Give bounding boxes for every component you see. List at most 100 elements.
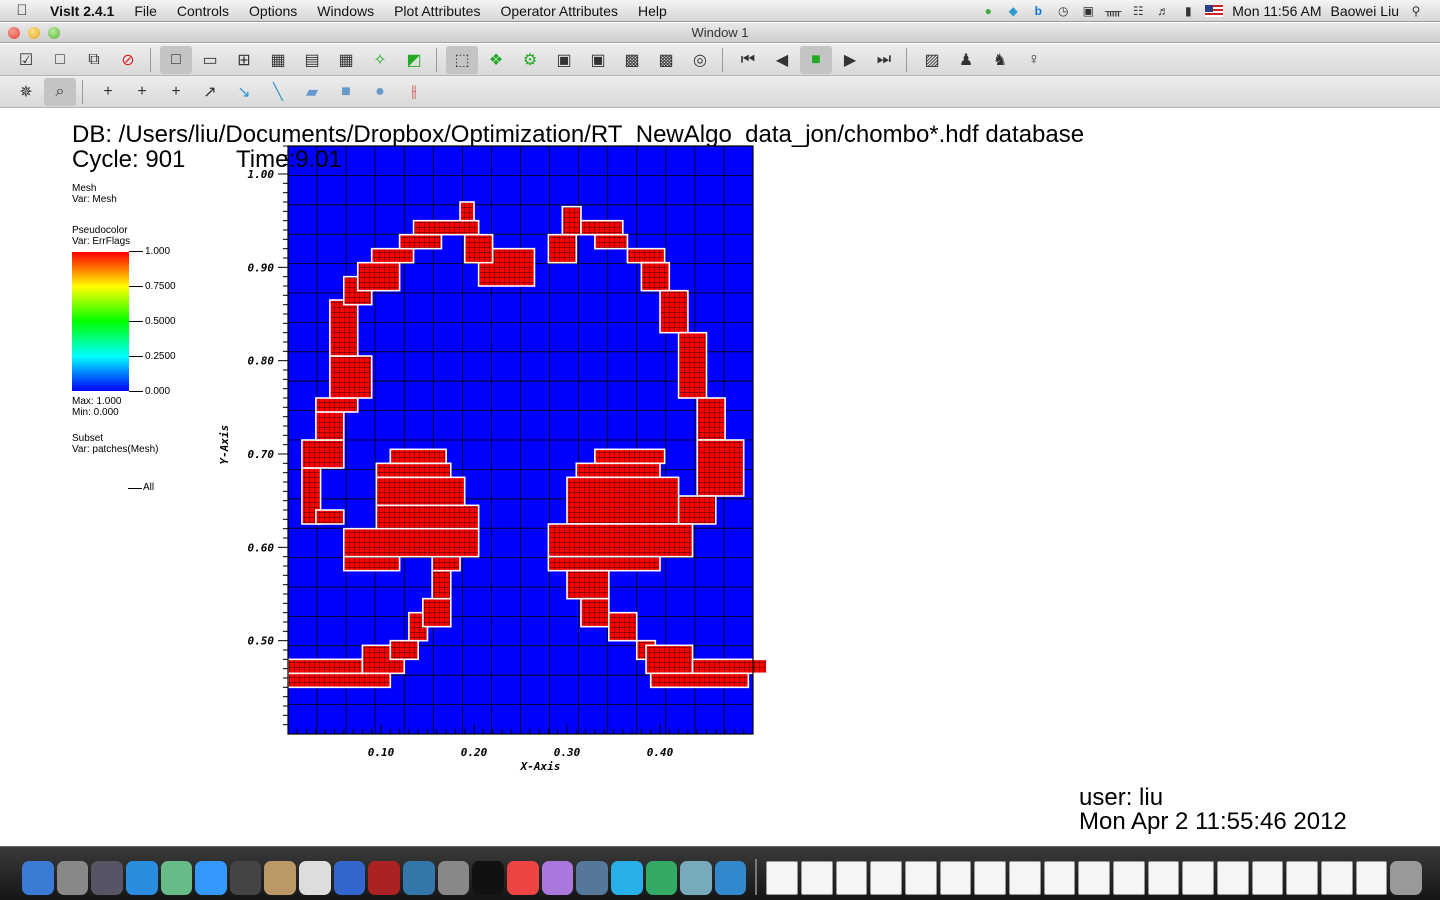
spin-mode-icon[interactable]: ♟	[950, 46, 982, 74]
dock-document-icon[interactable]	[1043, 861, 1076, 895]
engine-stop-icon[interactable]: ♀	[1018, 46, 1050, 74]
play-icon[interactable]: ▶	[834, 46, 866, 74]
spin-icon[interactable]: ▨	[916, 46, 948, 74]
xquartz-icon[interactable]	[576, 861, 608, 895]
word-icon[interactable]	[645, 861, 678, 895]
delete-window-icon[interactable]: ⊘	[112, 46, 144, 74]
point-tool-icon[interactable]: ⫲	[398, 78, 430, 106]
time-machine-icon[interactable]: ◷	[1055, 3, 1071, 19]
dock-document-icon[interactable]	[1286, 861, 1318, 895]
dock-document-icon[interactable]	[974, 861, 1007, 895]
terminal-icon[interactable]	[472, 861, 504, 895]
wifi-icon[interactable]: ☷	[1130, 3, 1146, 19]
ical-icon[interactable]	[299, 861, 331, 895]
redo-view-icon[interactable]: ▣	[582, 46, 614, 74]
spotlight-icon[interactable]: ⚲	[1408, 3, 1424, 19]
layout-1x1-icon[interactable]: □	[160, 45, 192, 74]
dock-document-icon[interactable]	[905, 861, 937, 895]
reverse-step-icon[interactable]: ◀	[766, 46, 798, 74]
safari-icon[interactable]	[195, 861, 227, 895]
dock-document-icon[interactable]	[835, 861, 868, 895]
dropbox-icon[interactable]: ◆	[1005, 3, 1021, 19]
menu-operator-attributes[interactable]: Operator Attributes	[490, 3, 628, 19]
navigate-mode-icon[interactable]: ✵	[10, 78, 42, 106]
dock-document-icon[interactable]	[870, 861, 903, 895]
menu-app-name[interactable]: VisIt 2.4.1	[44, 3, 124, 19]
sphere-icon[interactable]: ●	[364, 78, 396, 106]
skype-icon[interactable]	[610, 861, 643, 895]
menu-clock[interactable]: Mon 11:56 AM	[1232, 3, 1321, 19]
copy-window-icon[interactable]: ⧉	[78, 46, 110, 74]
menu-plot-attributes[interactable]: Plot Attributes	[384, 3, 490, 19]
toolbar-icon[interactable]: ◎	[684, 46, 716, 74]
zoom-window-icon[interactable]	[48, 27, 60, 39]
volume-icon[interactable]: ♬	[1155, 3, 1171, 19]
layout-2x2-icon[interactable]: ⊞	[228, 46, 260, 74]
dock-document-icon[interactable]	[1320, 861, 1353, 895]
lock-time-icon[interactable]: ◩	[398, 46, 430, 74]
box-icon[interactable]: ■	[330, 78, 362, 106]
reset-view-icon[interactable]: ❖	[480, 46, 512, 74]
xcode-icon[interactable]	[714, 861, 747, 895]
menu-help[interactable]: Help	[628, 3, 677, 19]
spreadsheet-pick-icon[interactable]: +	[160, 78, 192, 106]
facetime-icon[interactable]	[229, 861, 262, 895]
finder-icon[interactable]	[22, 861, 54, 895]
photo-booth-icon[interactable]	[368, 861, 401, 895]
dock-document-icon[interactable]	[1182, 861, 1214, 895]
bluetooth-icon[interactable]: ᚅ	[1105, 3, 1121, 19]
stop-icon[interactable]: ■	[800, 45, 832, 74]
visit-icon[interactable]	[680, 861, 712, 895]
binoculars-icon[interactable]: ▣	[1080, 3, 1096, 19]
us-flag-icon[interactable]	[1205, 4, 1224, 17]
layout-1x2-icon[interactable]: ▭	[194, 46, 226, 74]
undo-view-icon[interactable]: ▣	[548, 46, 580, 74]
dock-document-icon[interactable]	[1251, 861, 1284, 895]
battery-icon[interactable]: ▮	[1180, 3, 1196, 19]
preview-icon[interactable]	[160, 861, 193, 895]
zone-pick-icon[interactable]: +	[92, 78, 124, 106]
vis-window[interactable]: DB: /Users/liu/Documents/Dropbox/Optimiz…	[0, 108, 1440, 846]
close-window-icon[interactable]	[8, 27, 20, 39]
menu-user[interactable]: Baowei Liu	[1331, 3, 1400, 19]
layout-2x3-icon[interactable]: ▦	[262, 46, 294, 74]
node-pick-icon[interactable]: +	[126, 78, 158, 106]
dock-document-icon[interactable]	[1009, 861, 1041, 895]
line-icon[interactable]: ╲	[262, 78, 294, 106]
b-app-icon[interactable]: b	[1030, 3, 1046, 19]
perspective-icon[interactable]: ⬚	[446, 45, 478, 74]
dock-document-icon[interactable]	[939, 861, 972, 895]
menu-file[interactable]: File	[124, 3, 167, 19]
launchpad-icon[interactable]	[56, 861, 89, 895]
apple-menu-icon[interactable]: 	[0, 2, 44, 19]
layout-3x3-icon[interactable]: ▦	[330, 46, 362, 74]
dock-document-icon[interactable]	[801, 861, 833, 895]
first-frame-icon[interactable]: ⏮	[732, 46, 764, 74]
forward-step-icon[interactable]: ⏭	[868, 46, 900, 74]
dock-document-icon[interactable]	[1113, 861, 1145, 895]
menu-windows[interactable]: Windows	[307, 3, 384, 19]
clear-window-icon[interactable]: ☑	[10, 46, 42, 74]
misc-icon[interactable]	[541, 861, 574, 895]
menu-options[interactable]: Options	[239, 3, 307, 19]
dock-document-icon[interactable]	[1355, 861, 1388, 895]
lineout-icon[interactable]: ↗	[194, 78, 226, 106]
minimize-window-icon[interactable]	[28, 27, 40, 39]
new-window-icon[interactable]: □	[44, 46, 76, 74]
appstore-icon[interactable]	[125, 861, 158, 895]
plot-area[interactable]: 0.10 0.20 0.30 0.400.500.600.700.800.901.00…	[200, 138, 780, 778]
activity-icon[interactable]	[91, 861, 123, 895]
plane-icon[interactable]: ▰	[296, 78, 328, 106]
trash-icon[interactable]	[1390, 861, 1422, 895]
engine-icon[interactable]: ♞	[984, 46, 1016, 74]
dock-document-icon[interactable]	[1216, 861, 1249, 895]
dock-document-icon[interactable]	[1147, 861, 1180, 895]
zoom-mode-icon[interactable]: ⌕	[44, 77, 76, 106]
line-tool-icon[interactable]: ↘	[228, 78, 260, 106]
dock-document-icon[interactable]	[1078, 861, 1110, 895]
recenter-view-icon[interactable]: ⚙	[514, 46, 546, 74]
lock-view-icon[interactable]: ✧	[364, 46, 396, 74]
layout-3x2-icon[interactable]: ▤	[296, 46, 328, 74]
fullframe-icon[interactable]: ▩	[650, 46, 682, 74]
iphoto-icon[interactable]	[403, 861, 435, 895]
